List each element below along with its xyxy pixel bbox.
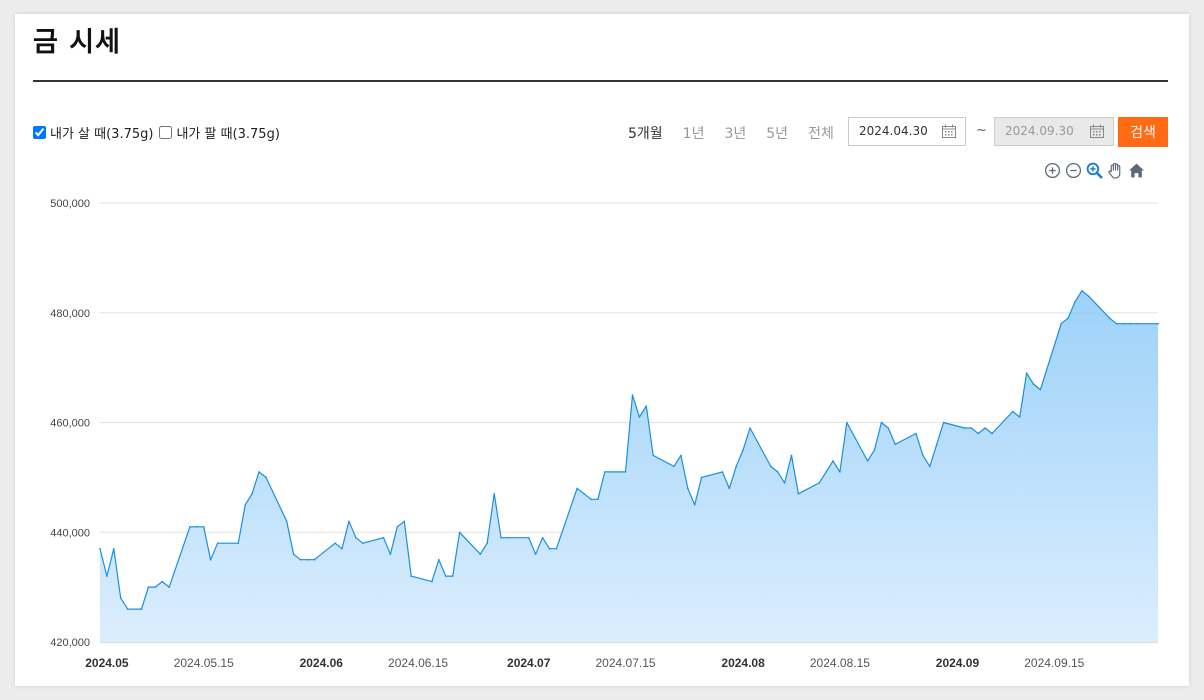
search-button[interactable]: 검색 xyxy=(1118,117,1168,147)
period-tab[interactable]: 3년 xyxy=(724,123,746,143)
period-tabs: 5개월 1년 3년 5년 전체 xyxy=(628,123,854,143)
title-divider xyxy=(33,80,1168,82)
sell-price-label[interactable]: 내가 팔 때(3.75g) xyxy=(176,123,279,142)
period-tab[interactable]: 1년 xyxy=(683,123,705,143)
buy-price-label[interactable]: 내가 살 때(3.75g) xyxy=(50,123,153,142)
calendar-icon[interactable] xyxy=(942,124,956,138)
reset-home-icon[interactable] xyxy=(1128,162,1145,179)
end-date-field[interactable]: 2024.09.30 xyxy=(994,117,1114,146)
gold-price-panel: 금 시세 내가 살 때(3.75g) 내가 팔 때(3.75g) 5개월 1년 3년… xyxy=(15,14,1189,686)
page-title: 금 시세 xyxy=(33,27,121,58)
calendar-icon[interactable] xyxy=(1090,124,1104,138)
sell-price-checkbox[interactable] xyxy=(159,126,173,139)
filter-toolbar: 내가 살 때(3.75g) 내가 팔 때(3.75g) 5개월 1년 3년 5년 전체 … xyxy=(33,117,1168,147)
buy-price-checkbox[interactable] xyxy=(33,126,46,139)
zoom-in-icon[interactable] xyxy=(1044,162,1061,179)
end-date-value: 2024.09.30 xyxy=(1005,124,1074,138)
date-range-separator: ~ xyxy=(976,123,987,138)
period-tab[interactable]: 5년 xyxy=(766,123,788,143)
zoom-out-icon[interactable] xyxy=(1065,162,1082,179)
price-type-filters: 내가 살 때(3.75g) 내가 팔 때(3.75g) xyxy=(33,123,286,142)
zoom-select-icon[interactable] xyxy=(1086,162,1103,179)
start-date-field[interactable]: 2024.04.30 xyxy=(848,117,966,146)
period-tab[interactable]: 5개월 xyxy=(628,123,663,143)
pan-hand-icon[interactable] xyxy=(1107,162,1124,179)
chart-toolbar xyxy=(1040,162,1145,179)
start-date-value: 2024.04.30 xyxy=(859,124,928,138)
period-tab[interactable]: 전체 xyxy=(808,123,834,143)
